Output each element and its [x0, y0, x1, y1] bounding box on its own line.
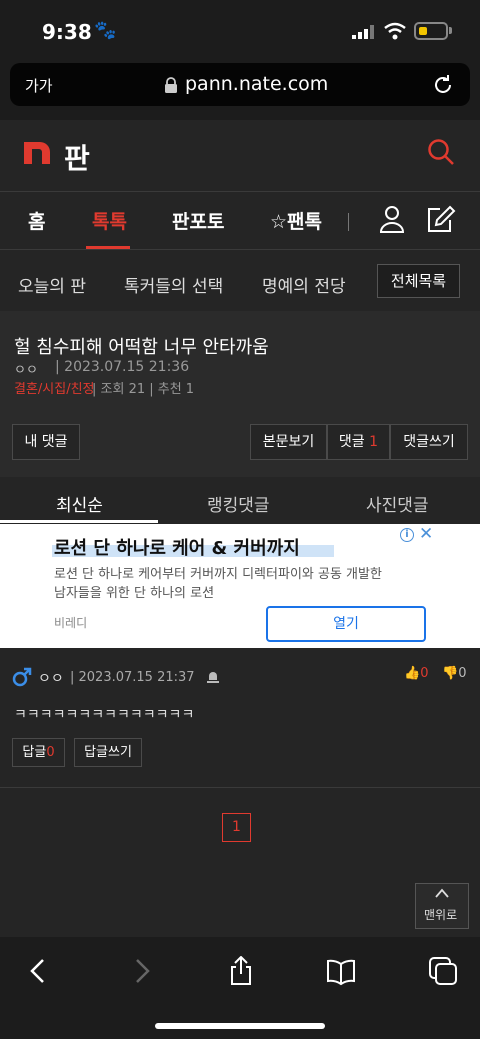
downvote-count: 0: [458, 666, 467, 681]
reply-count: 0: [46, 745, 55, 760]
write-icon[interactable]: [426, 205, 456, 233]
thumbs-down-icon: 👎: [442, 666, 459, 681]
reload-icon[interactable]: [432, 74, 454, 96]
write-reply-button[interactable]: 답글쓰기: [74, 738, 142, 767]
share-icon[interactable]: [226, 956, 256, 986]
nav-panpoto[interactable]: 판포토: [172, 207, 224, 234]
comment-upvote[interactable]: 👍0: [404, 666, 428, 681]
tab-active-underline: [0, 520, 158, 523]
wifi-icon: [384, 22, 406, 40]
sub-nav-hall-of-fame[interactable]: 명예의 전당: [262, 272, 346, 297]
tab-photo[interactable]: 사진댓글: [366, 491, 429, 516]
main-nav: [0, 192, 480, 250]
reader-text-size-button[interactable]: 가가: [25, 75, 53, 96]
upvote-count: 0: [420, 666, 429, 681]
site-logo-text[interactable]: 판: [64, 137, 90, 177]
comment-downvote[interactable]: 👎0: [442, 666, 466, 681]
ad-title[interactable]: 로션 단 하나로 케어 & 커버까지: [54, 534, 300, 560]
back-icon[interactable]: [24, 956, 54, 986]
to-top-label: 맨위로: [424, 908, 458, 922]
chevron-up-icon: [435, 888, 449, 898]
thumbs-up-icon: 👍: [404, 666, 421, 681]
tab-ranking[interactable]: 랭킹댓글: [207, 491, 270, 516]
nav-toktok[interactable]: 톡톡: [92, 207, 127, 234]
post-date: | 2023.07.15 21:36: [55, 359, 190, 375]
reply-label: 답글: [22, 745, 47, 760]
post-meta: | 조회 21 | 추천 1: [92, 382, 195, 397]
ad-info-icon[interactable]: i: [400, 528, 414, 542]
all-list-button[interactable]: 전체목록: [377, 264, 460, 298]
tab-newest[interactable]: 최신순: [56, 491, 103, 516]
post-category[interactable]: 결혼/시집/친정: [14, 378, 95, 397]
bookmarks-icon[interactable]: [326, 956, 356, 986]
comment-count: 1: [369, 434, 379, 450]
battery-icon: [414, 22, 448, 40]
comment-label: 댓글: [338, 434, 365, 450]
male-icon: [12, 667, 32, 687]
comment-text: ㅋㅋㅋㅋㅋㅋㅋㅋㅋㅋㅋㅋㅋㅋ: [14, 707, 195, 723]
ad-close-icon[interactable]: ✕: [419, 524, 433, 544]
nav-home[interactable]: 홈: [28, 207, 45, 234]
signal-icon: [352, 25, 374, 39]
view-body-button[interactable]: 본문보기: [250, 424, 327, 460]
lock-icon: [165, 77, 177, 93]
reply-button[interactable]: 답글0: [12, 738, 65, 767]
sub-nav-talker-choice[interactable]: 톡커들의 선택: [124, 272, 223, 297]
nav-pantok[interactable]: ☆팬톡: [270, 207, 322, 234]
comment-date: | 2023.07.15 21:37: [70, 670, 195, 685]
ad-brand: 비레디: [54, 616, 88, 630]
paw-icon: 🐾: [94, 20, 117, 41]
ad-description: 로션 단 하나로 케어부터 커버까지 디렉터파이와 공동 개발한 남자들을 위한…: [54, 567, 382, 601]
comment-button[interactable]: 댓글 1: [327, 424, 390, 460]
status-time: 9:38: [42, 20, 92, 44]
my-comment-button[interactable]: 내 댓글: [12, 424, 80, 460]
user-icon[interactable]: [379, 205, 405, 233]
page-number-current[interactable]: 1: [222, 813, 251, 842]
post-title: 헐 침수피해 어떡함 너무 안타까움: [14, 337, 269, 358]
nav-active-underline: [86, 246, 130, 249]
tabs-icon[interactable]: [428, 956, 458, 986]
url-text[interactable]: pann.nate.com: [185, 73, 328, 95]
report-icon[interactable]: [206, 670, 220, 684]
write-comment-button[interactable]: 댓글쓰기: [390, 424, 468, 460]
search-icon[interactable]: [427, 138, 455, 166]
home-indicator[interactable]: [155, 1023, 325, 1029]
forward-icon[interactable]: [126, 956, 156, 986]
ad-open-button[interactable]: 열기: [266, 606, 426, 642]
comment-author: ㅇㅇ: [38, 671, 64, 687]
nate-logo-icon[interactable]: [24, 142, 50, 164]
battery-nub: [449, 27, 452, 34]
sub-nav-today[interactable]: 오늘의 판: [18, 272, 86, 297]
nav-divider: [348, 213, 349, 231]
post-author: ㅇㅇ: [14, 363, 38, 378]
